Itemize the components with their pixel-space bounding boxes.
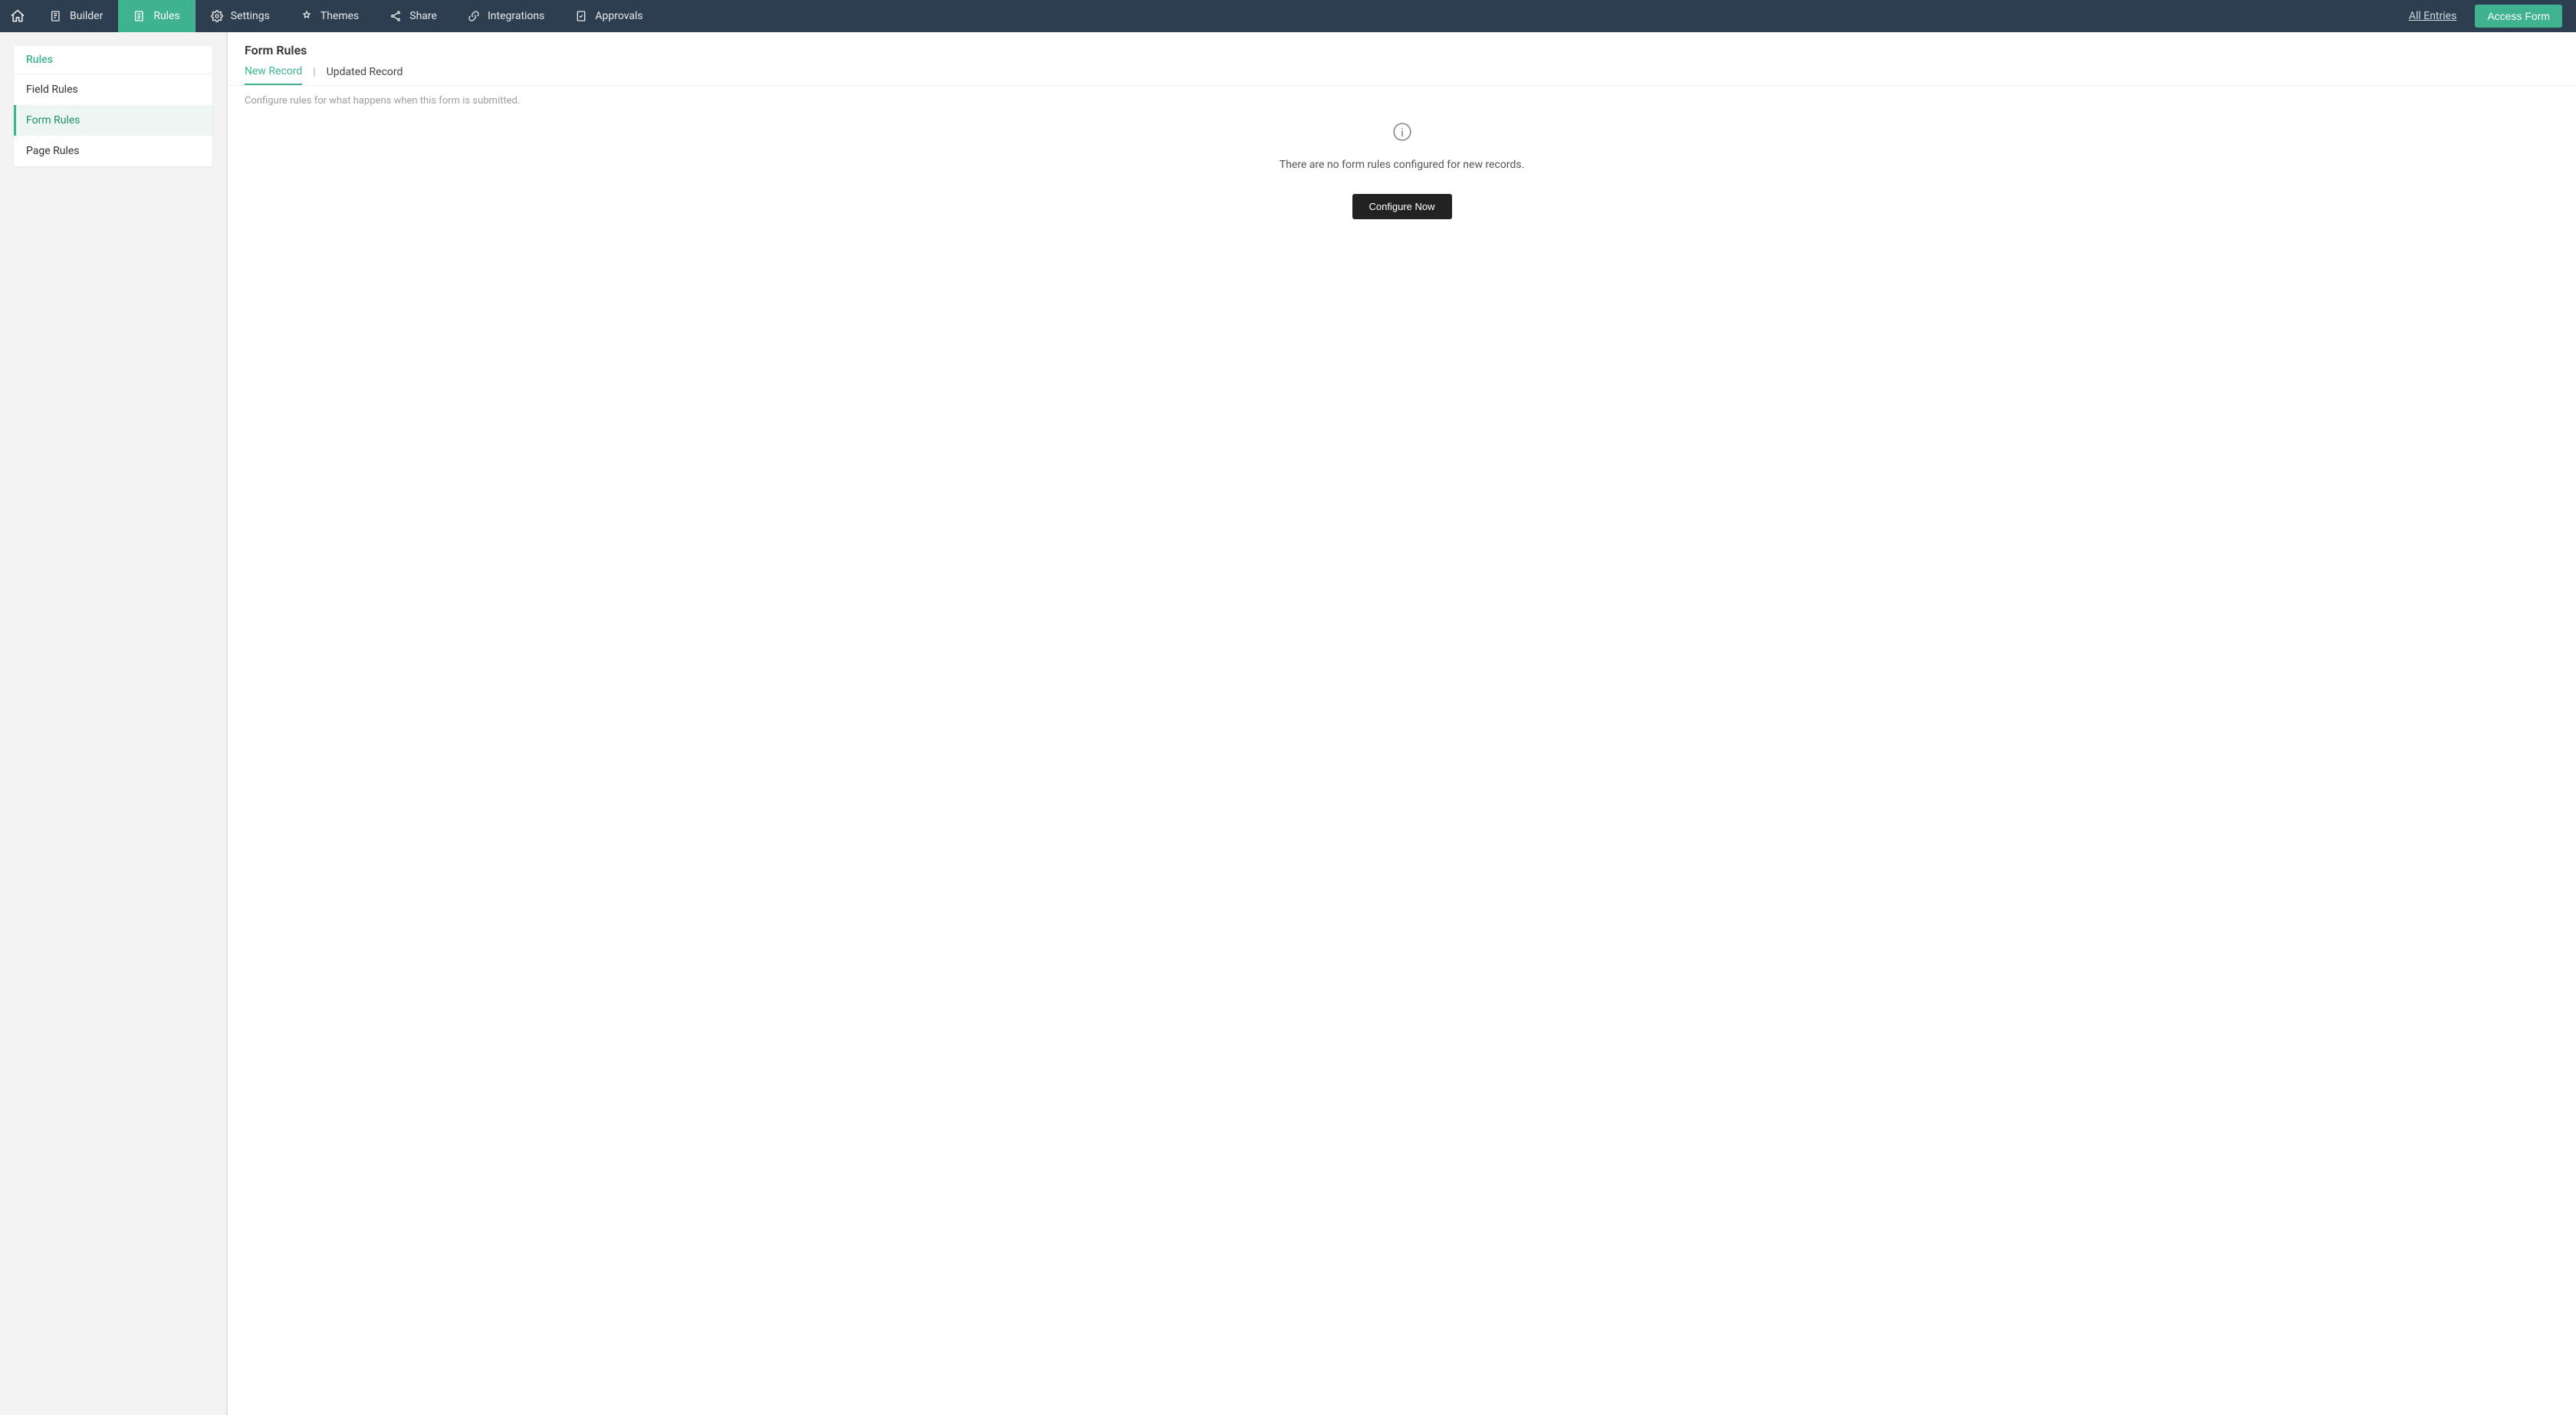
sub-tab-new-record[interactable]: New Record [245, 65, 302, 85]
sidebar-card: Rules Field Rules Form Rules Page Rules [14, 46, 212, 166]
sidebar-item-label: Form Rules [26, 114, 80, 126]
sidebar-item-label: Field Rules [26, 84, 78, 96]
main-content: Form Rules New Record | Updated Record C… [227, 32, 2576, 1415]
all-entries-link[interactable]: All Entries [2409, 10, 2456, 22]
sidebar-item-form-rules[interactable]: Form Rules [14, 105, 212, 136]
tab-label: Settings [231, 10, 270, 22]
configure-now-button[interactable]: Configure Now [1352, 194, 1452, 219]
page: Rules Field Rules Form Rules Page Rules … [0, 32, 2576, 1415]
tab-label: Rules [153, 10, 179, 22]
info-icon [1392, 122, 1412, 145]
sidebar-heading: Rules [14, 46, 212, 74]
tab-share[interactable]: Share [374, 0, 452, 32]
tab-label: Integrations [488, 10, 544, 22]
sub-tab-updated-record[interactable]: Updated Record [327, 66, 403, 84]
top-tabs: Builder Rules Settings Themes Share [34, 0, 659, 32]
themes-icon [301, 10, 313, 22]
tab-label: Themes [320, 10, 359, 22]
empty-message: There are no form rules configured for n… [1280, 159, 1524, 171]
share-icon [389, 10, 402, 22]
home-icon [10, 8, 25, 24]
sidebar-item-page-rules[interactable]: Page Rules [14, 136, 212, 166]
tab-themes[interactable]: Themes [285, 0, 374, 32]
gear-icon [211, 10, 223, 22]
tab-label: Builder [70, 10, 103, 22]
home-button[interactable] [0, 0, 34, 32]
tab-label: Share [409, 10, 437, 22]
tab-integrations[interactable]: Integrations [452, 0, 560, 32]
sub-tabs: New Record | Updated Record [228, 65, 2576, 86]
tab-approvals[interactable]: Approvals [560, 0, 658, 32]
empty-state: There are no form rules configured for n… [245, 122, 2559, 219]
rules-icon [133, 10, 146, 22]
sidebar: Rules Field Rules Form Rules Page Rules [0, 32, 227, 1415]
tab-builder[interactable]: Builder [34, 0, 118, 32]
tab-label: Approvals [595, 10, 642, 22]
tab-settings[interactable]: Settings [196, 0, 285, 32]
sidebar-item-label: Page Rules [26, 145, 80, 157]
topbar: Builder Rules Settings Themes Share [0, 0, 2576, 32]
tab-rules[interactable]: Rules [118, 0, 195, 32]
access-form-button[interactable]: Access Form [2475, 5, 2562, 28]
description-text: Configure rules for what happens when th… [245, 95, 2559, 107]
sidebar-item-field-rules[interactable]: Field Rules [14, 74, 212, 105]
sub-tab-separator: | [313, 66, 315, 84]
approvals-icon [575, 10, 587, 22]
page-title: Form Rules [245, 43, 2559, 57]
integrations-icon [468, 10, 480, 22]
builder-icon [50, 10, 62, 22]
